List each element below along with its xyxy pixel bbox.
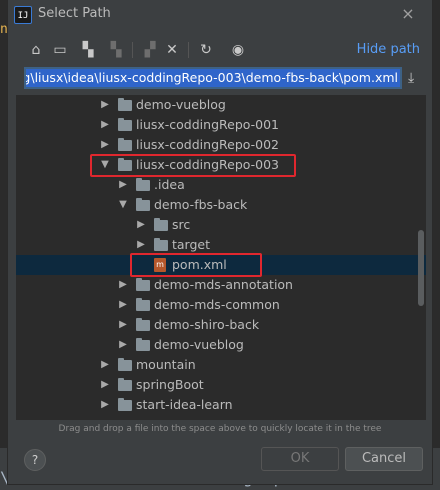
expand-arrow-right-icon[interactable]: ▶	[118, 295, 128, 315]
expand-arrow-right-icon[interactable]: ▶	[136, 235, 146, 255]
delete-icon[interactable]: ✕	[162, 40, 182, 60]
folder-icon	[118, 378, 132, 391]
tree-row[interactable]: ▶ springBoot	[16, 375, 426, 395]
tree-row[interactable]: ▶ demo-shiro-back	[16, 315, 426, 335]
tree-item-label: demo-mds-annotation	[154, 277, 293, 292]
path-input[interactable]: ng\liusx\idea\liusx-coddingRepo-003\demo…	[24, 67, 402, 89]
folder-icon	[118, 118, 132, 131]
folder-icon	[118, 138, 132, 151]
close-icon[interactable]: ×	[398, 4, 418, 24]
toolbar-separator	[188, 42, 189, 58]
expand-arrow-right-icon[interactable]: ▶	[118, 275, 128, 295]
home-icon[interactable]: ⌂	[26, 40, 46, 60]
tree-row[interactable]: ▼ demo-fbs-back	[16, 195, 426, 215]
tree-item-label: demo-mds-common	[154, 297, 280, 312]
module-icon[interactable]: ▚	[106, 40, 126, 60]
expand-arrow-right-icon[interactable]: ▶	[100, 135, 110, 155]
tree-row[interactable]: ▶ liusx-coddingRepo-001	[16, 115, 426, 135]
folder-icon	[118, 398, 132, 411]
folder-icon	[154, 238, 168, 251]
expand-arrow-right-icon[interactable]: ▶	[100, 395, 110, 415]
drag-drop-hint: Drag and drop a file into the space abov…	[58, 424, 382, 434]
tree-row[interactable]: ▶ .idea	[16, 175, 426, 195]
tree-row[interactable]: ▶ src	[16, 215, 426, 235]
refresh-icon[interactable]: ↻	[196, 40, 216, 60]
tree-item-label: liusx-coddingRepo-001	[136, 117, 280, 132]
hide-path-link[interactable]: Hide path	[357, 42, 420, 57]
tree-item-label: demo-fbs-back	[154, 197, 248, 212]
tree-row[interactable]: ▶ demo-mds-annotation	[16, 275, 426, 295]
expand-arrow-right-icon[interactable]: ▶	[118, 175, 128, 195]
folder-icon	[136, 178, 150, 191]
expand-arrow-right-icon[interactable]: ▶	[136, 215, 146, 235]
ok-button[interactable]: OK	[261, 447, 339, 471]
tree-item-label: target	[172, 237, 211, 252]
tree-row[interactable]: ▶ start-idea-learn	[16, 395, 426, 415]
select-path-dialog: IJ Select Path × ⌂ ▭ ▚ ▚ ▞ ✕ ↻ ◉ Hide pa…	[8, 0, 432, 484]
help-button[interactable]: ?	[24, 449, 46, 471]
tree-item-label: demo-vueblog	[154, 337, 244, 352]
tree-row[interactable]: ▶ demo-vueblog	[16, 95, 426, 115]
background-editor: n	[0, 0, 8, 490]
dialog-title: Select Path	[38, 6, 111, 21]
dialog-titlebar: IJ Select Path ×	[8, 0, 432, 30]
download-icon[interactable]: ⤓	[408, 70, 414, 86]
tree-item-label: start-idea-learn	[136, 397, 233, 412]
new-folder-icon[interactable]: ▞	[140, 40, 160, 60]
desktop-icon[interactable]: ▭	[50, 40, 70, 60]
tree-row[interactable]: ▶ liusx-coddingRepo-002	[16, 135, 426, 155]
tree-row[interactable]: ▶ demo-mds-common	[16, 295, 426, 315]
expand-arrow-right-icon[interactable]: ▶	[100, 355, 110, 375]
expand-arrow-right-icon[interactable]: ▶	[100, 375, 110, 395]
editor-fragment: n	[0, 22, 8, 37]
tree-item-label: demo-shiro-back	[154, 317, 260, 332]
tree-row[interactable]: ▶ target	[16, 235, 426, 255]
tree-item-label: springBoot	[136, 377, 204, 392]
folder-icon	[118, 98, 132, 111]
tree-item-label: demo-vueblog	[136, 97, 226, 112]
path-input-value: ng\liusx\idea\liusx-coddingRepo-003\demo…	[26, 69, 400, 87]
tree-item-label: .idea	[154, 177, 185, 192]
folder-icon	[136, 298, 150, 311]
annotation-highlight-repo	[90, 154, 296, 177]
annotation-highlight-pom	[130, 253, 262, 277]
intellij-app-icon: IJ	[14, 6, 32, 24]
cancel-button[interactable]: Cancel	[345, 447, 423, 471]
folder-icon	[118, 358, 132, 371]
tree-row[interactable]: ▶ demo-vueblog	[16, 335, 426, 355]
tree-item-label: mountain	[136, 357, 196, 372]
tree-item-label: liusx-coddingRepo-002	[136, 137, 280, 152]
folder-icon	[136, 198, 150, 211]
folder-icon	[136, 338, 150, 351]
project-icon[interactable]: ▚	[78, 40, 98, 60]
folder-icon	[136, 278, 150, 291]
tree-item-label: src	[172, 217, 191, 232]
tree-row[interactable]: ▶ mountain	[16, 355, 426, 375]
toolbar-separator	[132, 42, 133, 58]
show-hidden-files-icon[interactable]: ◉	[228, 40, 248, 60]
expand-arrow-right-icon[interactable]: ▶	[100, 115, 110, 135]
folder-icon	[136, 318, 150, 331]
expand-arrow-right-icon[interactable]: ▶	[100, 95, 110, 115]
tree-scrollbar[interactable]	[418, 230, 424, 306]
expand-arrow-right-icon[interactable]: ▶	[118, 335, 128, 355]
folder-icon	[154, 218, 168, 231]
expand-arrow-down-icon[interactable]: ▼	[118, 195, 128, 215]
expand-arrow-right-icon[interactable]: ▶	[118, 315, 128, 335]
